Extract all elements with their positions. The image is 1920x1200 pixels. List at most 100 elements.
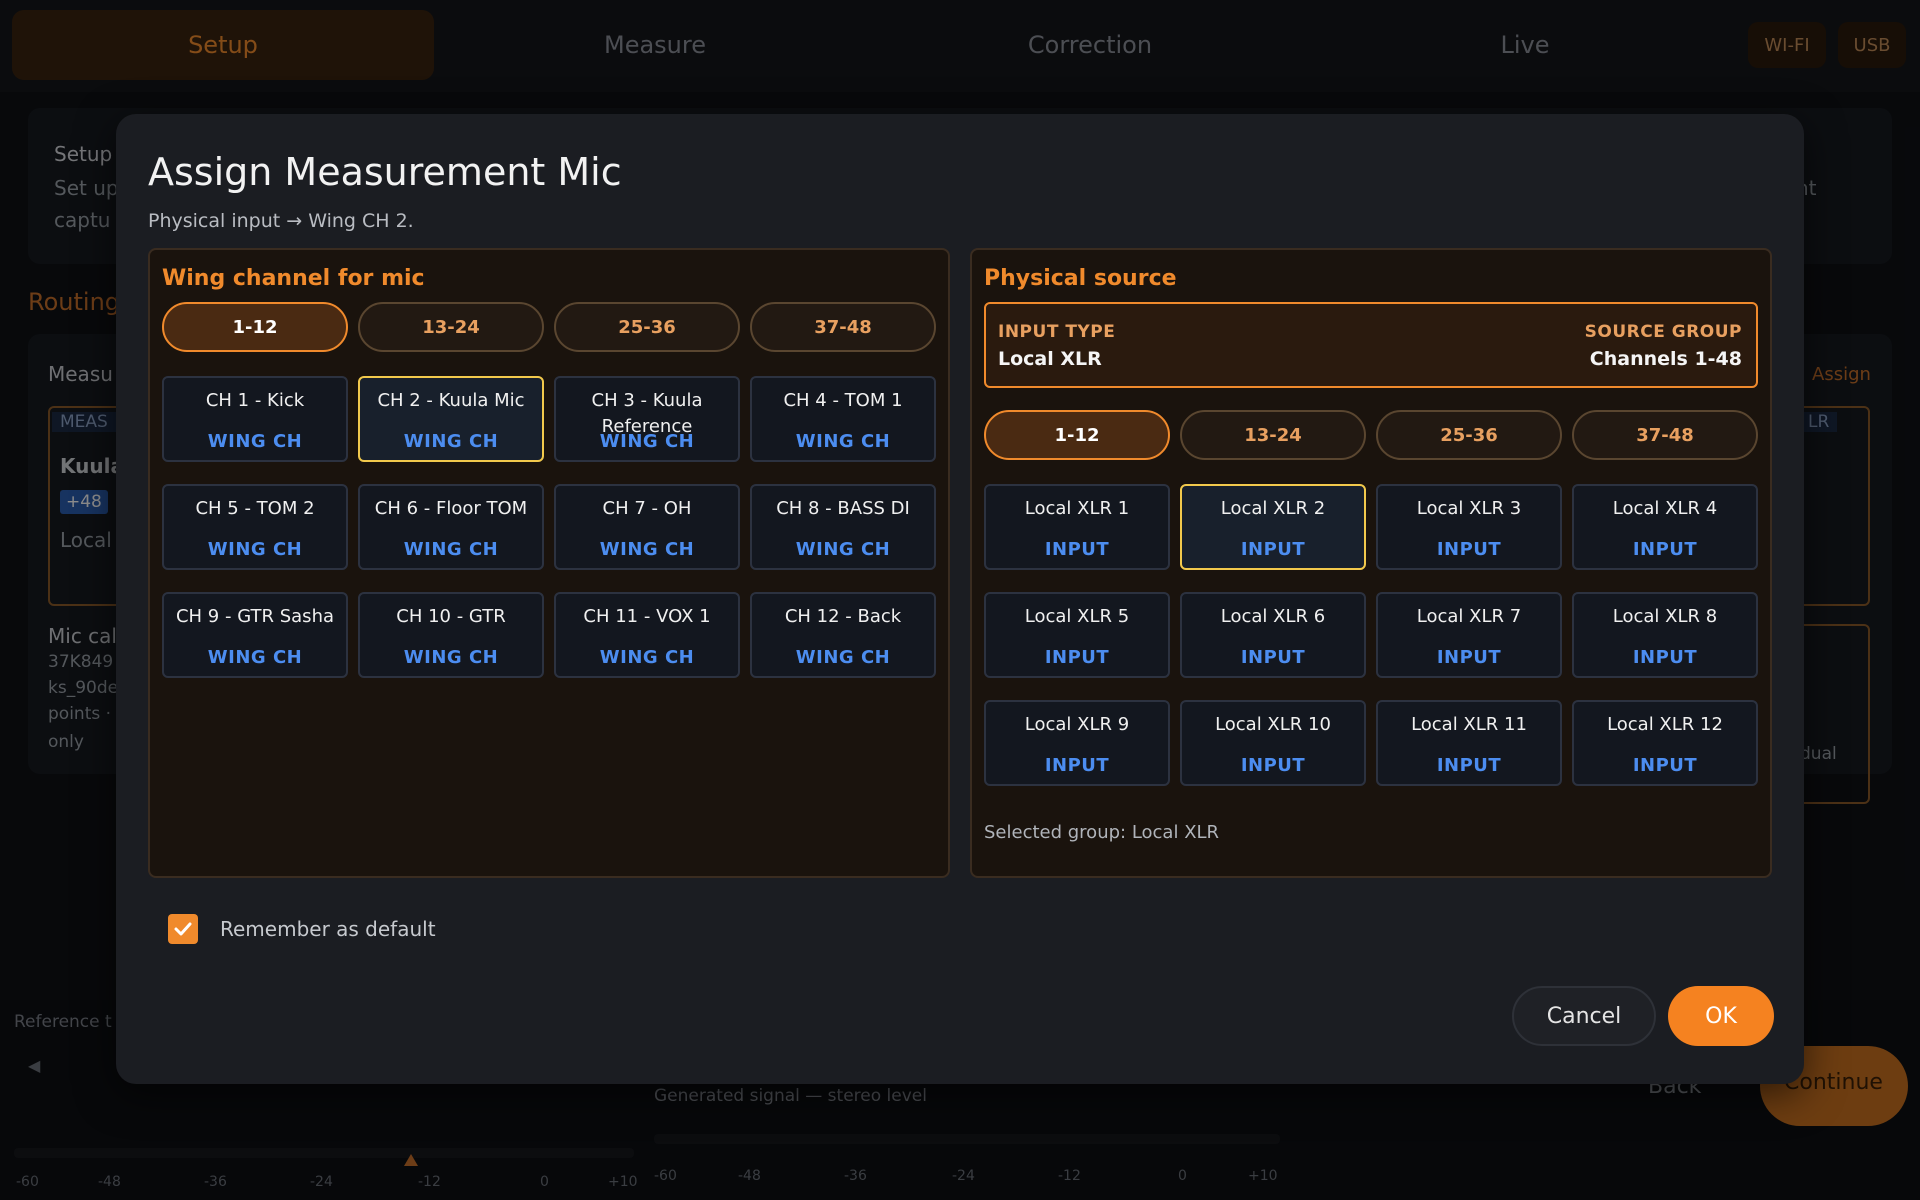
dialog-subtitle: Physical input → Wing CH 2. bbox=[148, 210, 414, 232]
physical-input-button-type: INPUT bbox=[1240, 539, 1306, 560]
wing-channel-button[interactable]: CH 7 - OH WING CH bbox=[554, 484, 740, 570]
remember-default-checkbox[interactable] bbox=[168, 914, 198, 944]
wing-channel-button-label: CH 8 - BASS DI bbox=[776, 498, 910, 519]
physical-input-button[interactable]: Local XLR 6 INPUT bbox=[1180, 592, 1366, 678]
physical-input-button[interactable]: Local XLR 9 INPUT bbox=[984, 700, 1170, 786]
wing-channel-button-label: CH 7 - OH bbox=[602, 498, 692, 519]
physical-input-button-type: INPUT bbox=[1632, 647, 1698, 668]
assign-mic-dialog: Assign Measurement Mic Physical input → … bbox=[116, 114, 1804, 1084]
wing-channel-button[interactable]: CH 4 - TOM 1 WING CH bbox=[750, 376, 936, 462]
wing-channel-button-type: WING CH bbox=[207, 647, 303, 668]
checkmark-icon bbox=[174, 922, 192, 936]
cancel-button[interactable]: Cancel bbox=[1512, 986, 1656, 1046]
source-range-tabs: 1-12 13-24 25-36 37-48 bbox=[984, 410, 1758, 460]
wing-channel-button-label: CH 11 - VOX 1 bbox=[583, 606, 711, 627]
source-range-37-48[interactable]: 37-48 bbox=[1572, 410, 1758, 460]
physical-input-button-type: INPUT bbox=[1044, 539, 1110, 560]
physical-input-button[interactable]: Local XLR 4 INPUT bbox=[1572, 484, 1758, 570]
wing-channel-button-type: WING CH bbox=[795, 431, 891, 452]
source-range-13-24[interactable]: 13-24 bbox=[1180, 410, 1366, 460]
physical-input-button[interactable]: Local XLR 8 INPUT bbox=[1572, 592, 1758, 678]
physical-input-button[interactable]: Local XLR 1 INPUT bbox=[984, 484, 1170, 570]
source-range-1-12[interactable]: 1-12 bbox=[984, 410, 1170, 460]
source-info-box: INPUT TYPE Local XLR SOURCE GROUP Channe… bbox=[984, 302, 1758, 388]
physical-input-button-type: INPUT bbox=[1436, 755, 1502, 776]
physical-input-button-label: Local XLR 3 bbox=[1416, 498, 1522, 519]
wing-range-25-36[interactable]: 25-36 bbox=[554, 302, 740, 352]
wing-range-37-48[interactable]: 37-48 bbox=[750, 302, 936, 352]
physical-input-button[interactable]: Local XLR 12 INPUT bbox=[1572, 700, 1758, 786]
wing-channel-button-label: CH 2 - Kuula Mic bbox=[377, 390, 525, 411]
wing-channel-button[interactable]: CH 8 - BASS DI WING CH bbox=[750, 484, 936, 570]
physical-input-button-label: Local XLR 8 bbox=[1612, 606, 1718, 627]
wing-range-13-24[interactable]: 13-24 bbox=[358, 302, 544, 352]
source-range-25-36[interactable]: 25-36 bbox=[1376, 410, 1562, 460]
wing-channel-button-type: WING CH bbox=[599, 647, 695, 668]
wing-channel-button[interactable]: CH 2 - Kuula Mic WING CH bbox=[358, 376, 544, 462]
physical-input-button[interactable]: Local XLR 11 INPUT bbox=[1376, 700, 1562, 786]
wing-channel-button-type: WING CH bbox=[599, 431, 695, 452]
physical-input-button[interactable]: Local XLR 5 INPUT bbox=[984, 592, 1170, 678]
input-type-value: Local XLR bbox=[998, 348, 1102, 370]
physical-input-button-type: INPUT bbox=[1436, 647, 1502, 668]
physical-input-button[interactable]: Local XLR 3 INPUT bbox=[1376, 484, 1562, 570]
physical-input-button-label: Local XLR 10 bbox=[1215, 714, 1331, 735]
wing-channel-button[interactable]: CH 5 - TOM 2 WING CH bbox=[162, 484, 348, 570]
wing-channel-range-tabs: 1-12 13-24 25-36 37-48 bbox=[162, 302, 936, 352]
physical-source-panel-title: Physical source bbox=[984, 266, 1177, 291]
wing-channel-button-type: WING CH bbox=[795, 647, 891, 668]
wing-channel-panel-title: Wing channel for mic bbox=[162, 266, 425, 291]
input-type-label: INPUT TYPE bbox=[998, 322, 1116, 342]
wing-channel-button-type: WING CH bbox=[795, 539, 891, 560]
wing-channel-button-type: WING CH bbox=[207, 539, 303, 560]
physical-input-button-type: INPUT bbox=[1632, 755, 1698, 776]
wing-channel-panel: Wing channel for mic 1-12 13-24 25-36 37… bbox=[148, 248, 950, 878]
physical-input-button-type: INPUT bbox=[1436, 539, 1502, 560]
physical-input-button-type: INPUT bbox=[1044, 647, 1110, 668]
wing-channel-button[interactable]: CH 1 - Kick WING CH bbox=[162, 376, 348, 462]
physical-input-button-label: Local XLR 1 bbox=[1024, 498, 1130, 519]
physical-input-button-type: INPUT bbox=[1044, 755, 1110, 776]
physical-input-button-label: Local XLR 4 bbox=[1612, 498, 1718, 519]
physical-input-button-label: Local XLR 9 bbox=[1024, 714, 1130, 735]
wing-channel-button[interactable]: CH 3 - Kuula Reference WING CH bbox=[554, 376, 740, 462]
physical-input-button[interactable]: Local XLR 10 INPUT bbox=[1180, 700, 1366, 786]
selected-group-text: Selected group: Local XLR bbox=[984, 822, 1220, 843]
wing-channel-button-type: WING CH bbox=[403, 539, 499, 560]
wing-channel-button[interactable]: CH 10 - GTR WING CH bbox=[358, 592, 544, 678]
physical-input-button[interactable]: Local XLR 7 INPUT bbox=[1376, 592, 1562, 678]
physical-input-button-label: Local XLR 11 bbox=[1411, 714, 1527, 735]
physical-input-button-type: INPUT bbox=[1240, 647, 1306, 668]
wing-channel-button-label: CH 4 - TOM 1 bbox=[783, 390, 903, 411]
physical-input-button-type: INPUT bbox=[1632, 539, 1698, 560]
physical-input-button-type: INPUT bbox=[1240, 755, 1306, 776]
wing-channel-button[interactable]: CH 12 - Back WING CH bbox=[750, 592, 936, 678]
wing-channel-button-type: WING CH bbox=[403, 647, 499, 668]
source-group-label: SOURCE GROUP bbox=[1584, 322, 1742, 342]
ok-button[interactable]: OK bbox=[1668, 986, 1774, 1046]
physical-source-panel: Physical source INPUT TYPE Local XLR SOU… bbox=[970, 248, 1772, 878]
wing-channel-button[interactable]: CH 11 - VOX 1 WING CH bbox=[554, 592, 740, 678]
wing-channel-button-type: WING CH bbox=[599, 539, 695, 560]
dialog-title: Assign Measurement Mic bbox=[148, 150, 622, 194]
physical-input-button-label: Local XLR 12 bbox=[1607, 714, 1723, 735]
physical-input-button-label: Local XLR 7 bbox=[1416, 606, 1522, 627]
wing-channel-button[interactable]: CH 9 - GTR Sasha WING CH bbox=[162, 592, 348, 678]
physical-input-button-label: Local XLR 6 bbox=[1220, 606, 1326, 627]
wing-channel-button-label: CH 5 - TOM 2 bbox=[195, 498, 315, 519]
physical-input-button-label: Local XLR 5 bbox=[1024, 606, 1130, 627]
wing-channel-button-label: CH 12 - Back bbox=[784, 606, 902, 627]
wing-channel-button-type: WING CH bbox=[403, 431, 499, 452]
wing-channel-button-label: CH 6 - Floor TOM bbox=[374, 498, 528, 519]
wing-channel-button-label: CH 9 - GTR Sasha bbox=[175, 606, 335, 627]
source-group-value: Channels 1-48 bbox=[1589, 348, 1742, 370]
physical-input-grid: Local XLR 1 INPUT Local XLR 2 INPUT Local XL… bbox=[984, 484, 1758, 786]
wing-channel-grid: CH 1 - Kick WING CH CH 2 - Kuula Mic WING C… bbox=[162, 376, 936, 678]
physical-input-button[interactable]: Local XLR 2 INPUT bbox=[1180, 484, 1366, 570]
physical-input-button-label: Local XLR 2 bbox=[1220, 498, 1326, 519]
wing-range-1-12[interactable]: 1-12 bbox=[162, 302, 348, 352]
wing-channel-button-label: CH 10 - GTR bbox=[396, 606, 506, 627]
wing-channel-button[interactable]: CH 6 - Floor TOM WING CH bbox=[358, 484, 544, 570]
remember-default-label[interactable]: Remember as default bbox=[220, 917, 436, 941]
wing-channel-button-type: WING CH bbox=[207, 431, 303, 452]
